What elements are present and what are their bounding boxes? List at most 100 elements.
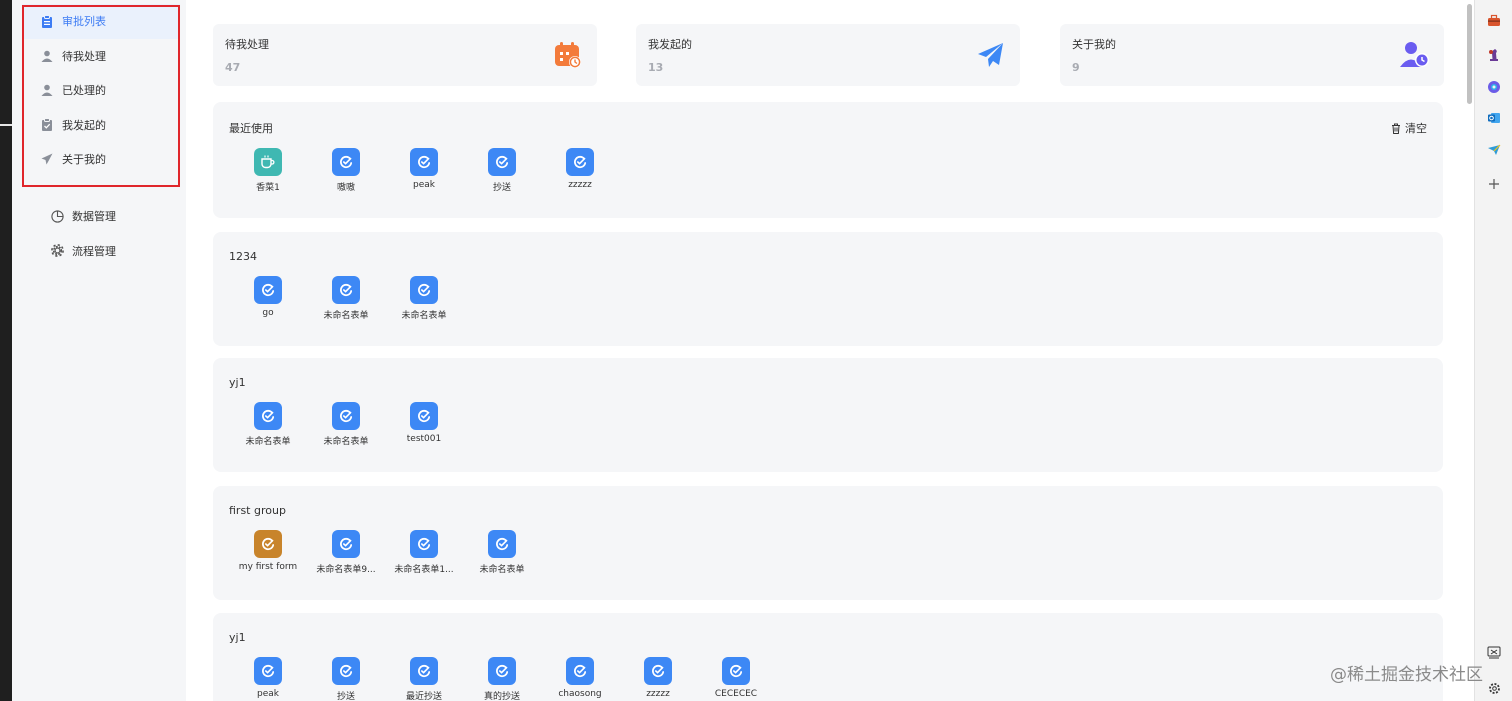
app-item[interactable]: peak [229, 657, 307, 701]
app-label: test001 [406, 434, 442, 444]
app-list: my first form 未命名表单9... 未命名表单1... 未命名表单 [229, 530, 541, 575]
app-item[interactable]: 最近抄送 [385, 657, 463, 701]
app-item[interactable]: 未命名表单9... [307, 530, 385, 575]
app-group-recent: 最近使用 清空 香菜1 嗷嗷 peak 抄送 zzzzz [213, 102, 1443, 218]
app-label: 未命名表单 [323, 437, 369, 447]
app-item[interactable]: CECECEC [697, 657, 775, 701]
sidebar-item-data-management[interactable]: 数据管理 [40, 199, 190, 234]
app-item[interactable]: 未命名表单 [307, 402, 385, 447]
app-label: peak [257, 689, 279, 699]
app-label: 未命名表单9... [316, 565, 376, 575]
screenshot-icon[interactable] [1486, 644, 1502, 660]
sidebar-item-process-management[interactable]: 流程管理 [40, 234, 190, 269]
form-icon [644, 657, 672, 685]
sidebar-item-related[interactable]: 关于我的 [22, 142, 180, 177]
group-title: 1234 [229, 250, 257, 263]
paper-plane-icon [40, 152, 54, 166]
sidebar-item-approval-list[interactable]: 审批列表 [22, 4, 180, 39]
app-item[interactable]: go [229, 276, 307, 321]
gear-icon [50, 244, 64, 258]
stat-card-initiated[interactable]: 我发起的 13 [636, 24, 1020, 86]
stat-label: 我发起的 [648, 38, 692, 51]
group-title: 最近使用 [229, 122, 273, 135]
copilot-icon[interactable] [1486, 79, 1502, 95]
app-item[interactable]: 抄送 [463, 148, 541, 193]
app-list: 香菜1 嗷嗷 peak 抄送 zzzzz [229, 148, 619, 193]
stat-value: 9 [1072, 61, 1080, 74]
approval-nav-group: 审批列表 待我处理 已处理的 我发起的 关于我的 [22, 4, 180, 177]
app-item[interactable]: 真的抄送 [463, 657, 541, 701]
app-label: 最近抄送 [405, 692, 442, 701]
form-icon [410, 657, 438, 685]
group-title: yj1 [229, 376, 246, 389]
pie-chart-icon [50, 209, 64, 223]
form-icon [722, 657, 750, 685]
settings-icon[interactable] [1486, 680, 1502, 696]
sidebar-item-label: 待我处理 [62, 49, 106, 63]
app-item[interactable]: 香菜1 [229, 148, 307, 193]
app-item[interactable]: my first form [229, 530, 307, 575]
sidebar-item-initiated[interactable]: 我发起的 [22, 108, 180, 143]
browser-sidebar [1474, 0, 1512, 701]
form-icon [254, 657, 282, 685]
app-item[interactable]: 嗷嗷 [307, 148, 385, 193]
app-label: my first form [238, 562, 298, 572]
stat-card-related[interactable]: 关于我的 9 [1060, 24, 1444, 86]
form-icon [254, 530, 282, 558]
form-icon [410, 148, 438, 176]
app-item[interactable]: 未命名表单1... [385, 530, 463, 575]
user-check-icon [40, 83, 54, 97]
management-nav-group: 数据管理 流程管理 [40, 199, 190, 268]
app-item[interactable]: test001 [385, 402, 463, 447]
app-label: go [262, 308, 274, 318]
form-icon [488, 657, 516, 685]
user-clock-icon [1400, 40, 1430, 70]
plus-icon[interactable] [1486, 176, 1502, 192]
app-label: 未命名表单 [323, 311, 369, 321]
app-item[interactable]: zzzzz [541, 148, 619, 193]
app-item[interactable]: 未命名表单 [463, 530, 541, 575]
app-label: 未命名表单 [245, 437, 291, 447]
form-icon [488, 530, 516, 558]
app-item[interactable]: 抄送 [307, 657, 385, 701]
form-icon [410, 402, 438, 430]
stat-value: 13 [648, 61, 664, 74]
form-icon [566, 148, 594, 176]
sidebar-item-processed[interactable]: 已处理的 [22, 73, 180, 108]
page-scrollbar[interactable] [1464, 0, 1474, 701]
main-content: 待我处理 47 我发起的 13 关于我的 9 最近使用 清空 香菜1 嗷嗷 pe… [186, 0, 1474, 701]
outlook-icon[interactable] [1486, 110, 1502, 126]
stat-label: 关于我的 [1072, 38, 1116, 51]
app-label: 香菜1 [256, 183, 280, 193]
app-group-yj1-second: yj1 peak 抄送 最近抄送 真的抄送 chaosong zzzzz CEC… [213, 613, 1443, 701]
scrollbar-thumb[interactable] [1467, 4, 1472, 104]
app-item[interactable]: 未命名表单 [307, 276, 385, 321]
stat-card-pending[interactable]: 待我处理 47 [213, 24, 597, 86]
app-list: 未命名表单 未命名表单 test001 [229, 402, 463, 447]
sidebar-item-label: 审批列表 [62, 15, 106, 29]
app-label: 未命名表单 [479, 565, 525, 575]
clipboard-check-icon [40, 118, 54, 132]
clear-label: 清空 [1405, 122, 1427, 135]
app-group-yj1: yj1 未命名表单 未命名表单 test001 [213, 358, 1443, 472]
clear-button[interactable]: 清空 [1391, 120, 1427, 136]
sidebar-item-label: 关于我的 [62, 153, 106, 167]
form-icon [566, 657, 594, 685]
app-label: zzzzz [568, 180, 592, 190]
form-icon [410, 530, 438, 558]
toolbox-icon[interactable] [1486, 12, 1502, 28]
app-item[interactable]: peak [385, 148, 463, 193]
chess-icon[interactable] [1486, 47, 1502, 63]
app-item[interactable]: 未命名表单 [229, 402, 307, 447]
sidebar-item-pending[interactable]: 待我处理 [22, 39, 180, 74]
app-label: chaosong [558, 689, 602, 699]
plane-icon[interactable] [1486, 142, 1502, 158]
app-item[interactable]: 未命名表单 [385, 276, 463, 321]
app-label: CECECEC [714, 689, 758, 699]
form-icon [332, 657, 360, 685]
app-item[interactable]: chaosong [541, 657, 619, 701]
app-label: peak [413, 180, 435, 190]
sidebar-item-label: 数据管理 [72, 210, 116, 224]
app-item[interactable]: zzzzz [619, 657, 697, 701]
group-title: first group [229, 504, 286, 517]
